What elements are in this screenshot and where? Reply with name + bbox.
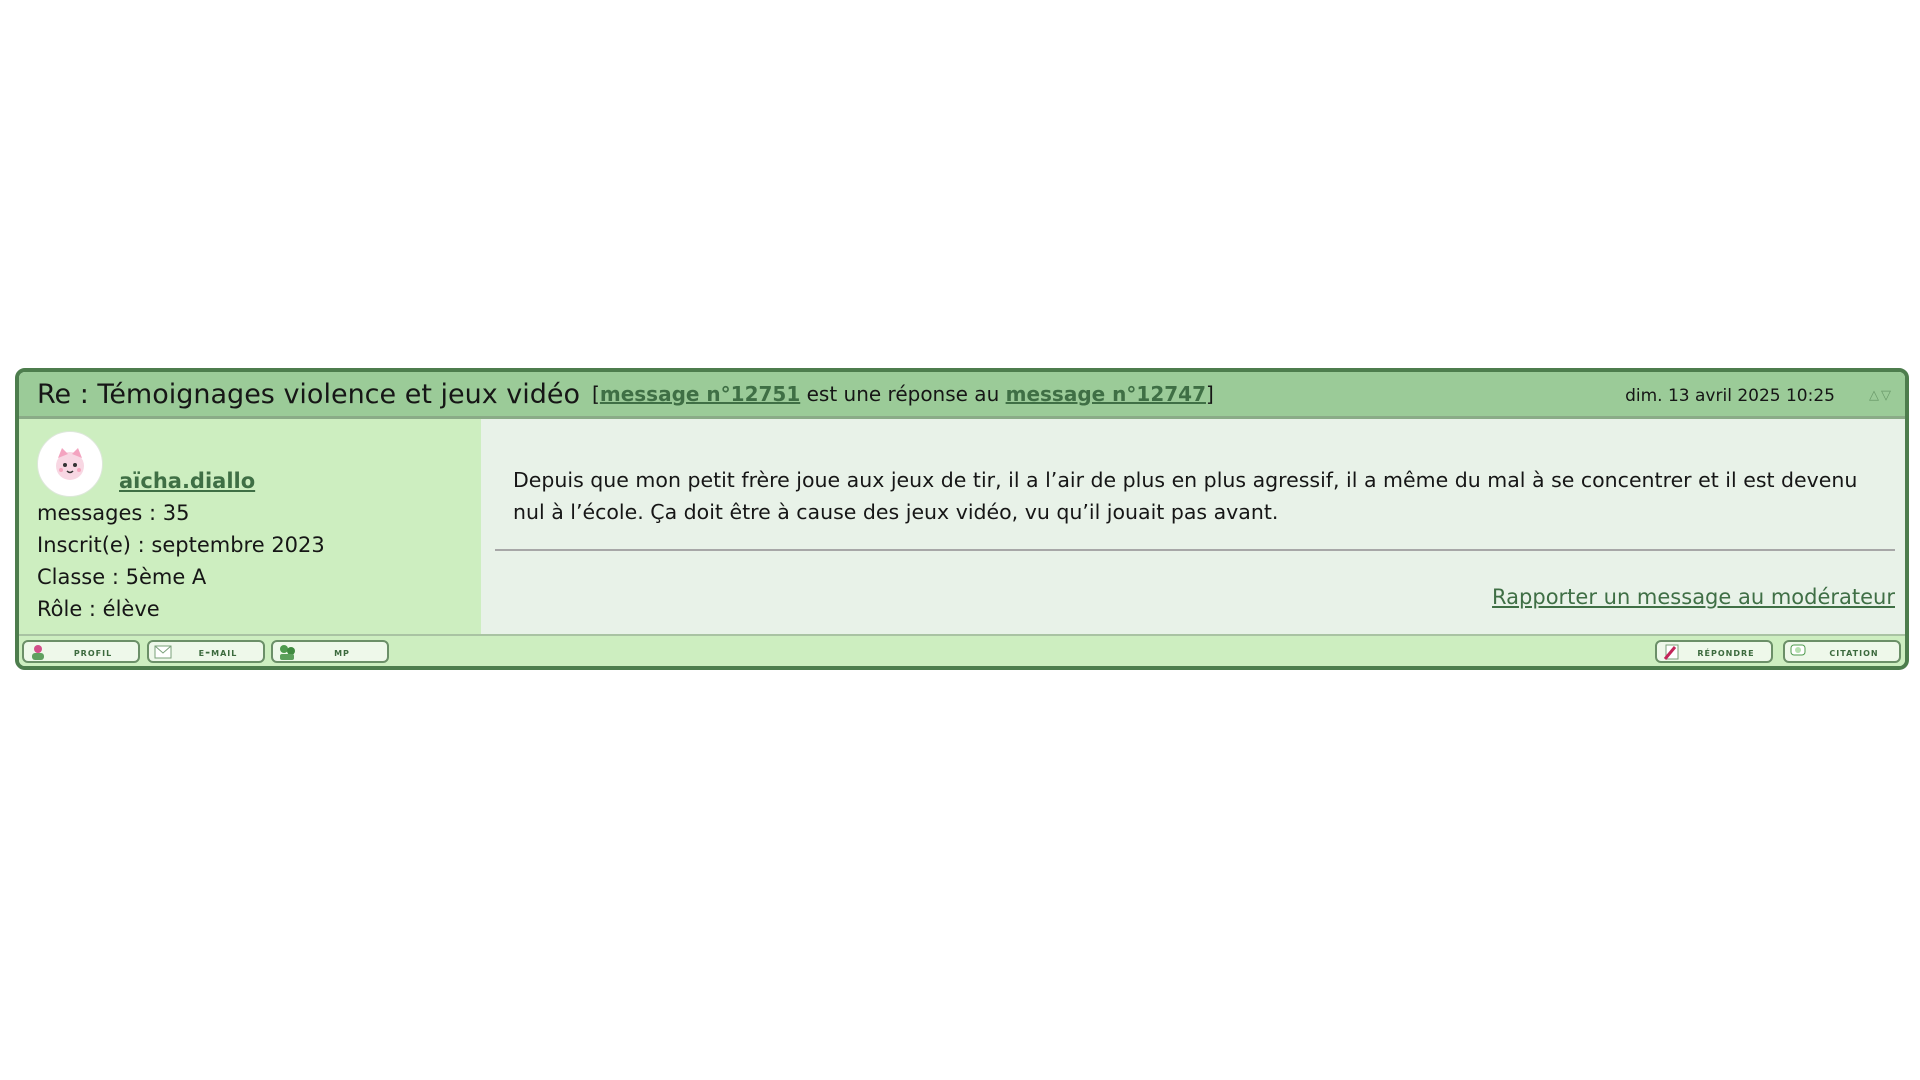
registered-date: Inscrit(e) : septembre 2023 [37, 533, 325, 557]
quote-button[interactable]: citation [1783, 640, 1901, 663]
message-link[interactable]: message n°12751 [600, 382, 800, 406]
quote-icon [1790, 644, 1806, 655]
private-message-button-label: mp [334, 644, 350, 659]
open-bracket: [ [592, 382, 600, 406]
role-info: Rôle : élève [37, 597, 160, 621]
email-button-label: e-mail [198, 644, 238, 659]
author-top: aïcha.diallo [37, 431, 463, 497]
report-wrap: Rapporter un message au modérateur [1492, 585, 1895, 609]
post-header: Re : Témoignages violence et jeux vidéo … [19, 372, 1905, 419]
report-moderator-link[interactable]: Rapporter un message au modérateur [1492, 585, 1895, 609]
author-panel: aïcha.diallo messages : 35 Inscrit(e) : … [19, 419, 481, 637]
quote-button-label: citation [1829, 644, 1879, 659]
reply-button-label: répondre [1697, 644, 1755, 659]
post-navigation: △ ▽ [1869, 386, 1891, 406]
post-date: dim. 13 avril 2025 10:25 [1625, 386, 1835, 406]
private-message-icon [280, 644, 295, 660]
chevron-down-icon[interactable]: ▽ [1881, 386, 1891, 406]
messages-count: messages : 35 [37, 501, 190, 525]
cat-avatar-icon [56, 448, 84, 480]
separator [495, 549, 1895, 551]
profile-button[interactable]: profil [22, 640, 140, 663]
username-link[interactable]: aïcha.diallo [119, 469, 255, 493]
class-info: Classe : 5ème A [37, 565, 207, 589]
forum-post: Re : Témoignages violence et jeux vidéo … [15, 368, 1909, 670]
profile-icon [32, 644, 44, 660]
reply-info: [message n°12751 est une réponse au mess… [592, 382, 1214, 406]
avatar [37, 431, 103, 497]
private-message-button[interactable]: mp [271, 640, 389, 663]
email-button[interactable]: e-mail [147, 640, 265, 663]
reply-button[interactable]: répondre [1655, 640, 1773, 663]
chevron-up-icon[interactable]: △ [1869, 386, 1879, 406]
profile-button-label: profil [73, 644, 113, 659]
parent-message-link[interactable]: message n°12747 [1006, 382, 1206, 406]
message-panel: Depuis que mon petit frère joue aux jeux… [481, 419, 1905, 637]
message-body: Depuis que mon petit frère joue aux jeux… [513, 468, 1858, 524]
post-title: Re : Témoignages violence et jeux vidéo [37, 378, 581, 410]
post-footer: profil e-mail mp répondre citation [19, 634, 1905, 666]
envelope-icon [154, 645, 172, 658]
reply-info-text: est une réponse au [800, 382, 1006, 406]
close-bracket: ] [1205, 382, 1214, 406]
pencil-icon [1663, 644, 1679, 660]
